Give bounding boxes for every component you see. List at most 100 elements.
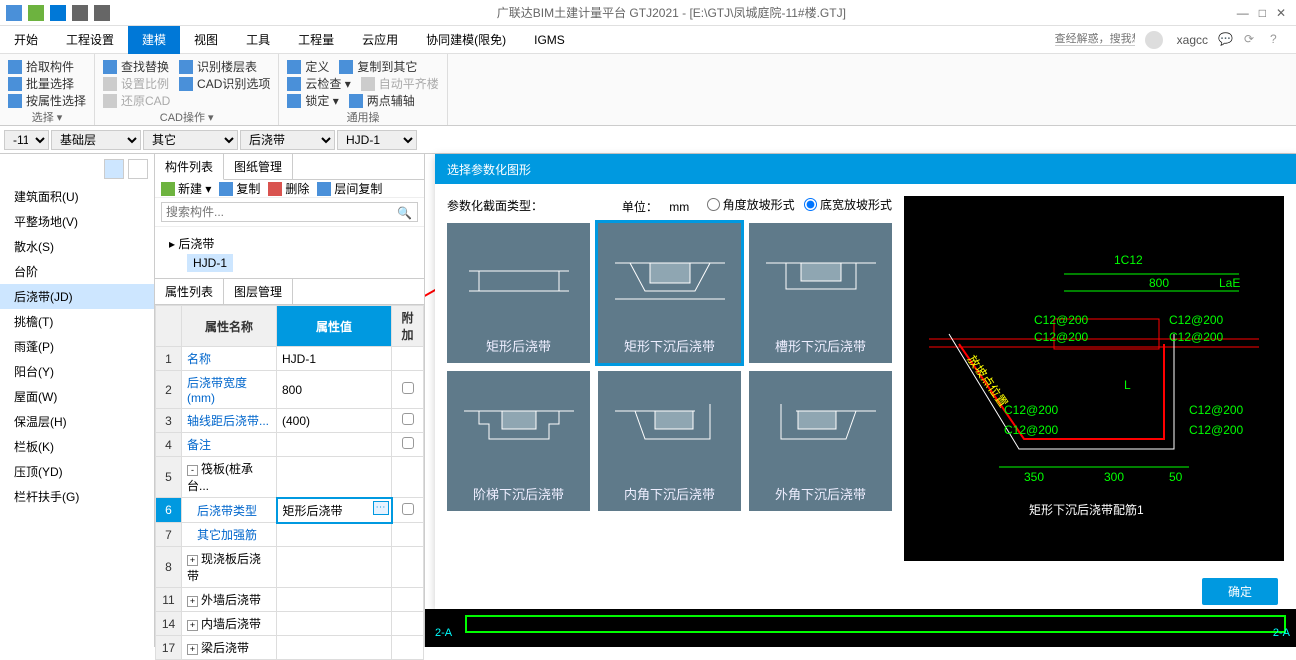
pick-component-button[interactable]: 拾取构件 bbox=[8, 58, 74, 75]
cad-options-button[interactable]: CAD识别选项 bbox=[179, 75, 270, 92]
tab-drawing-mgmt[interactable]: 图纸管理 bbox=[224, 154, 293, 179]
menu-igms[interactable]: IGMS bbox=[520, 26, 579, 54]
new-button[interactable]: 新建 ▾ bbox=[161, 180, 211, 197]
minimize-icon[interactable]: — bbox=[1237, 6, 1249, 20]
table-row[interactable]: 2后浇带宽度(mm)800 bbox=[156, 371, 424, 409]
list-item[interactable]: 保温层(H) bbox=[0, 409, 154, 434]
qat-icon[interactable] bbox=[94, 5, 110, 21]
table-row[interactable]: 3轴线距后浇带...(400) bbox=[156, 409, 424, 433]
recognize-floor-button[interactable]: 识别楼层表 bbox=[179, 58, 257, 75]
layer-copy-button[interactable]: 层间复制 bbox=[317, 180, 382, 197]
qat-icon[interactable] bbox=[50, 5, 66, 21]
qat-icon[interactable] bbox=[72, 5, 88, 21]
svg-text:C12@200: C12@200 bbox=[1034, 330, 1089, 344]
user-avatar-icon[interactable] bbox=[1145, 31, 1163, 49]
list-item[interactable]: 屋面(W) bbox=[0, 384, 154, 409]
list-item[interactable]: 建筑面积(U) bbox=[0, 184, 154, 209]
list-item[interactable]: 栏杆扶手(G) bbox=[0, 484, 154, 509]
list-item[interactable]: 栏板(K) bbox=[0, 434, 154, 459]
mid-toolbar: 新建 ▾ 复制 删除 层间复制 bbox=[155, 180, 424, 198]
menu-cloud[interactable]: 云应用 bbox=[348, 26, 412, 54]
chat-icon[interactable]: 💬 bbox=[1218, 32, 1234, 48]
ok-button[interactable]: 确定 bbox=[1202, 578, 1278, 605]
cloud-check-button[interactable]: 云检查 ▾ bbox=[287, 75, 350, 92]
tab-properties[interactable]: 属性列表 bbox=[155, 279, 224, 304]
list-item[interactable]: 平整场地(V) bbox=[0, 209, 154, 234]
menu-tools[interactable]: 工具 bbox=[232, 26, 284, 54]
table-row[interactable]: 6 后浇带类型矩形后浇带⋯ bbox=[156, 498, 424, 523]
define-button[interactable]: 定义 bbox=[287, 58, 329, 75]
sync-icon[interactable]: ⟳ bbox=[1244, 32, 1260, 48]
list-item[interactable]: 台阶 bbox=[0, 259, 154, 284]
window-controls: — □ ✕ bbox=[1227, 6, 1296, 20]
floor-select[interactable]: 基础层 bbox=[51, 130, 141, 150]
tab-component-list[interactable]: 构件列表 bbox=[155, 154, 224, 180]
lock-button[interactable]: 锁定 ▾ bbox=[287, 92, 338, 109]
menu-start[interactable]: 开始 bbox=[0, 26, 52, 54]
copy-button[interactable]: 复制 bbox=[219, 180, 260, 197]
qat-icon[interactable] bbox=[28, 5, 44, 21]
shape-card-step-sunken[interactable]: 阶梯下沉后浇带 bbox=[447, 371, 590, 511]
help-icon[interactable]: ? bbox=[1270, 32, 1286, 48]
shape-card-slot-sunken[interactable]: 槽形下沉后浇带 bbox=[749, 223, 892, 363]
maximize-icon[interactable]: □ bbox=[1259, 6, 1266, 20]
svg-text:LaE: LaE bbox=[1219, 276, 1240, 290]
restore-cad-button[interactable]: 还原CAD bbox=[103, 92, 170, 109]
list-item[interactable]: 散水(S) bbox=[0, 234, 154, 259]
tab-layers[interactable]: 图层管理 bbox=[224, 279, 293, 304]
auto-align-button[interactable]: 自动平齐楼 bbox=[361, 75, 439, 92]
ribbon: 拾取构件 批量选择 按属性选择 选择 ▾ 查找替换 识别楼层表 设置比例 CAD… bbox=[0, 54, 1296, 126]
ellipsis-button[interactable]: ⋯ bbox=[373, 501, 389, 515]
grid-view-icon[interactable] bbox=[128, 159, 148, 179]
search-icon[interactable]: 🔍 bbox=[397, 206, 412, 220]
list-view-icon[interactable] bbox=[104, 159, 124, 179]
table-row[interactable]: 7 其它加强筋 bbox=[156, 523, 424, 547]
menu-modeling[interactable]: 建模 bbox=[128, 26, 180, 54]
delete-button[interactable]: 删除 bbox=[268, 180, 309, 197]
find-replace-button[interactable]: 查找替换 bbox=[103, 58, 169, 75]
list-item[interactable]: 压顶(YD) bbox=[0, 459, 154, 484]
table-row[interactable]: 5-筏板(桩承台... bbox=[156, 457, 424, 498]
tree-root[interactable]: ▸ 后浇带 bbox=[169, 233, 410, 254]
search-input[interactable] bbox=[161, 202, 418, 222]
radio-width-slope[interactable]: 底宽放坡形式 bbox=[804, 196, 892, 213]
list-item[interactable]: 阳台(Y) bbox=[0, 359, 154, 384]
close-icon[interactable]: ✕ bbox=[1276, 6, 1286, 20]
shape-card-rect[interactable]: 矩形后浇带 bbox=[447, 223, 590, 363]
building-select[interactable]: -11#楼 bbox=[4, 130, 49, 150]
tree-child[interactable]: HJD-1 bbox=[187, 254, 233, 272]
table-row[interactable]: 11+外墙后浇带 bbox=[156, 588, 424, 612]
list-item[interactable]: 雨蓬(P) bbox=[0, 334, 154, 359]
qat-icon[interactable] bbox=[6, 5, 22, 21]
menu-quantity[interactable]: 工程量 bbox=[284, 26, 348, 54]
menu-view[interactable]: 视图 bbox=[180, 26, 232, 54]
select-by-prop-button[interactable]: 按属性选择 bbox=[8, 92, 86, 109]
component-select[interactable]: HJD-1 bbox=[337, 130, 417, 150]
menu-project-settings[interactable]: 工程设置 bbox=[52, 26, 128, 54]
list-item[interactable]: 挑檐(T) bbox=[0, 309, 154, 334]
set-scale-button[interactable]: 设置比例 bbox=[103, 75, 169, 92]
category-select[interactable]: 其它 bbox=[143, 130, 238, 150]
batch-select-button[interactable]: 批量选择 bbox=[8, 75, 74, 92]
table-row[interactable]: 4备注 bbox=[156, 433, 424, 457]
section-type-label: 参数化截面类型： bbox=[447, 197, 543, 214]
table-row[interactable]: 14+内墙后浇带 bbox=[156, 612, 424, 636]
type-select[interactable]: 后浇带 bbox=[240, 130, 335, 150]
copy-to-other-button[interactable]: 复制到其它 bbox=[339, 58, 417, 75]
shape-preview: 1C12 800 LaE C12@200 C12@200 C12@200 C12… bbox=[904, 196, 1284, 561]
list-item[interactable]: 后浇带(JD) bbox=[0, 284, 154, 309]
table-row[interactable]: 17+梁后浇带 bbox=[156, 636, 424, 660]
svg-text:C12@200: C12@200 bbox=[1169, 330, 1224, 344]
shape-card-outer-sunken[interactable]: 外角下沉后浇带 bbox=[749, 371, 892, 511]
table-row[interactable]: 8+现浇板后浇带 bbox=[156, 547, 424, 588]
two-point-axis-button[interactable]: 两点辅轴 bbox=[349, 92, 415, 109]
shape-card-rect-sunken[interactable]: 矩形下沉后浇带 bbox=[598, 223, 741, 363]
menu-collab[interactable]: 协同建模(限免) bbox=[412, 26, 520, 54]
shape-card-inner-sunken[interactable]: 内角下沉后浇带 bbox=[598, 371, 741, 511]
help-search-input[interactable] bbox=[1055, 33, 1135, 46]
plan-view-strip: 2-A 2-A bbox=[425, 609, 1296, 647]
svg-text:1C12: 1C12 bbox=[1114, 253, 1143, 267]
radio-angle-slope[interactable]: 角度放坡形式 bbox=[707, 196, 795, 213]
svg-text:L: L bbox=[1124, 378, 1131, 392]
table-row[interactable]: 1名称HJD-1 bbox=[156, 347, 424, 371]
